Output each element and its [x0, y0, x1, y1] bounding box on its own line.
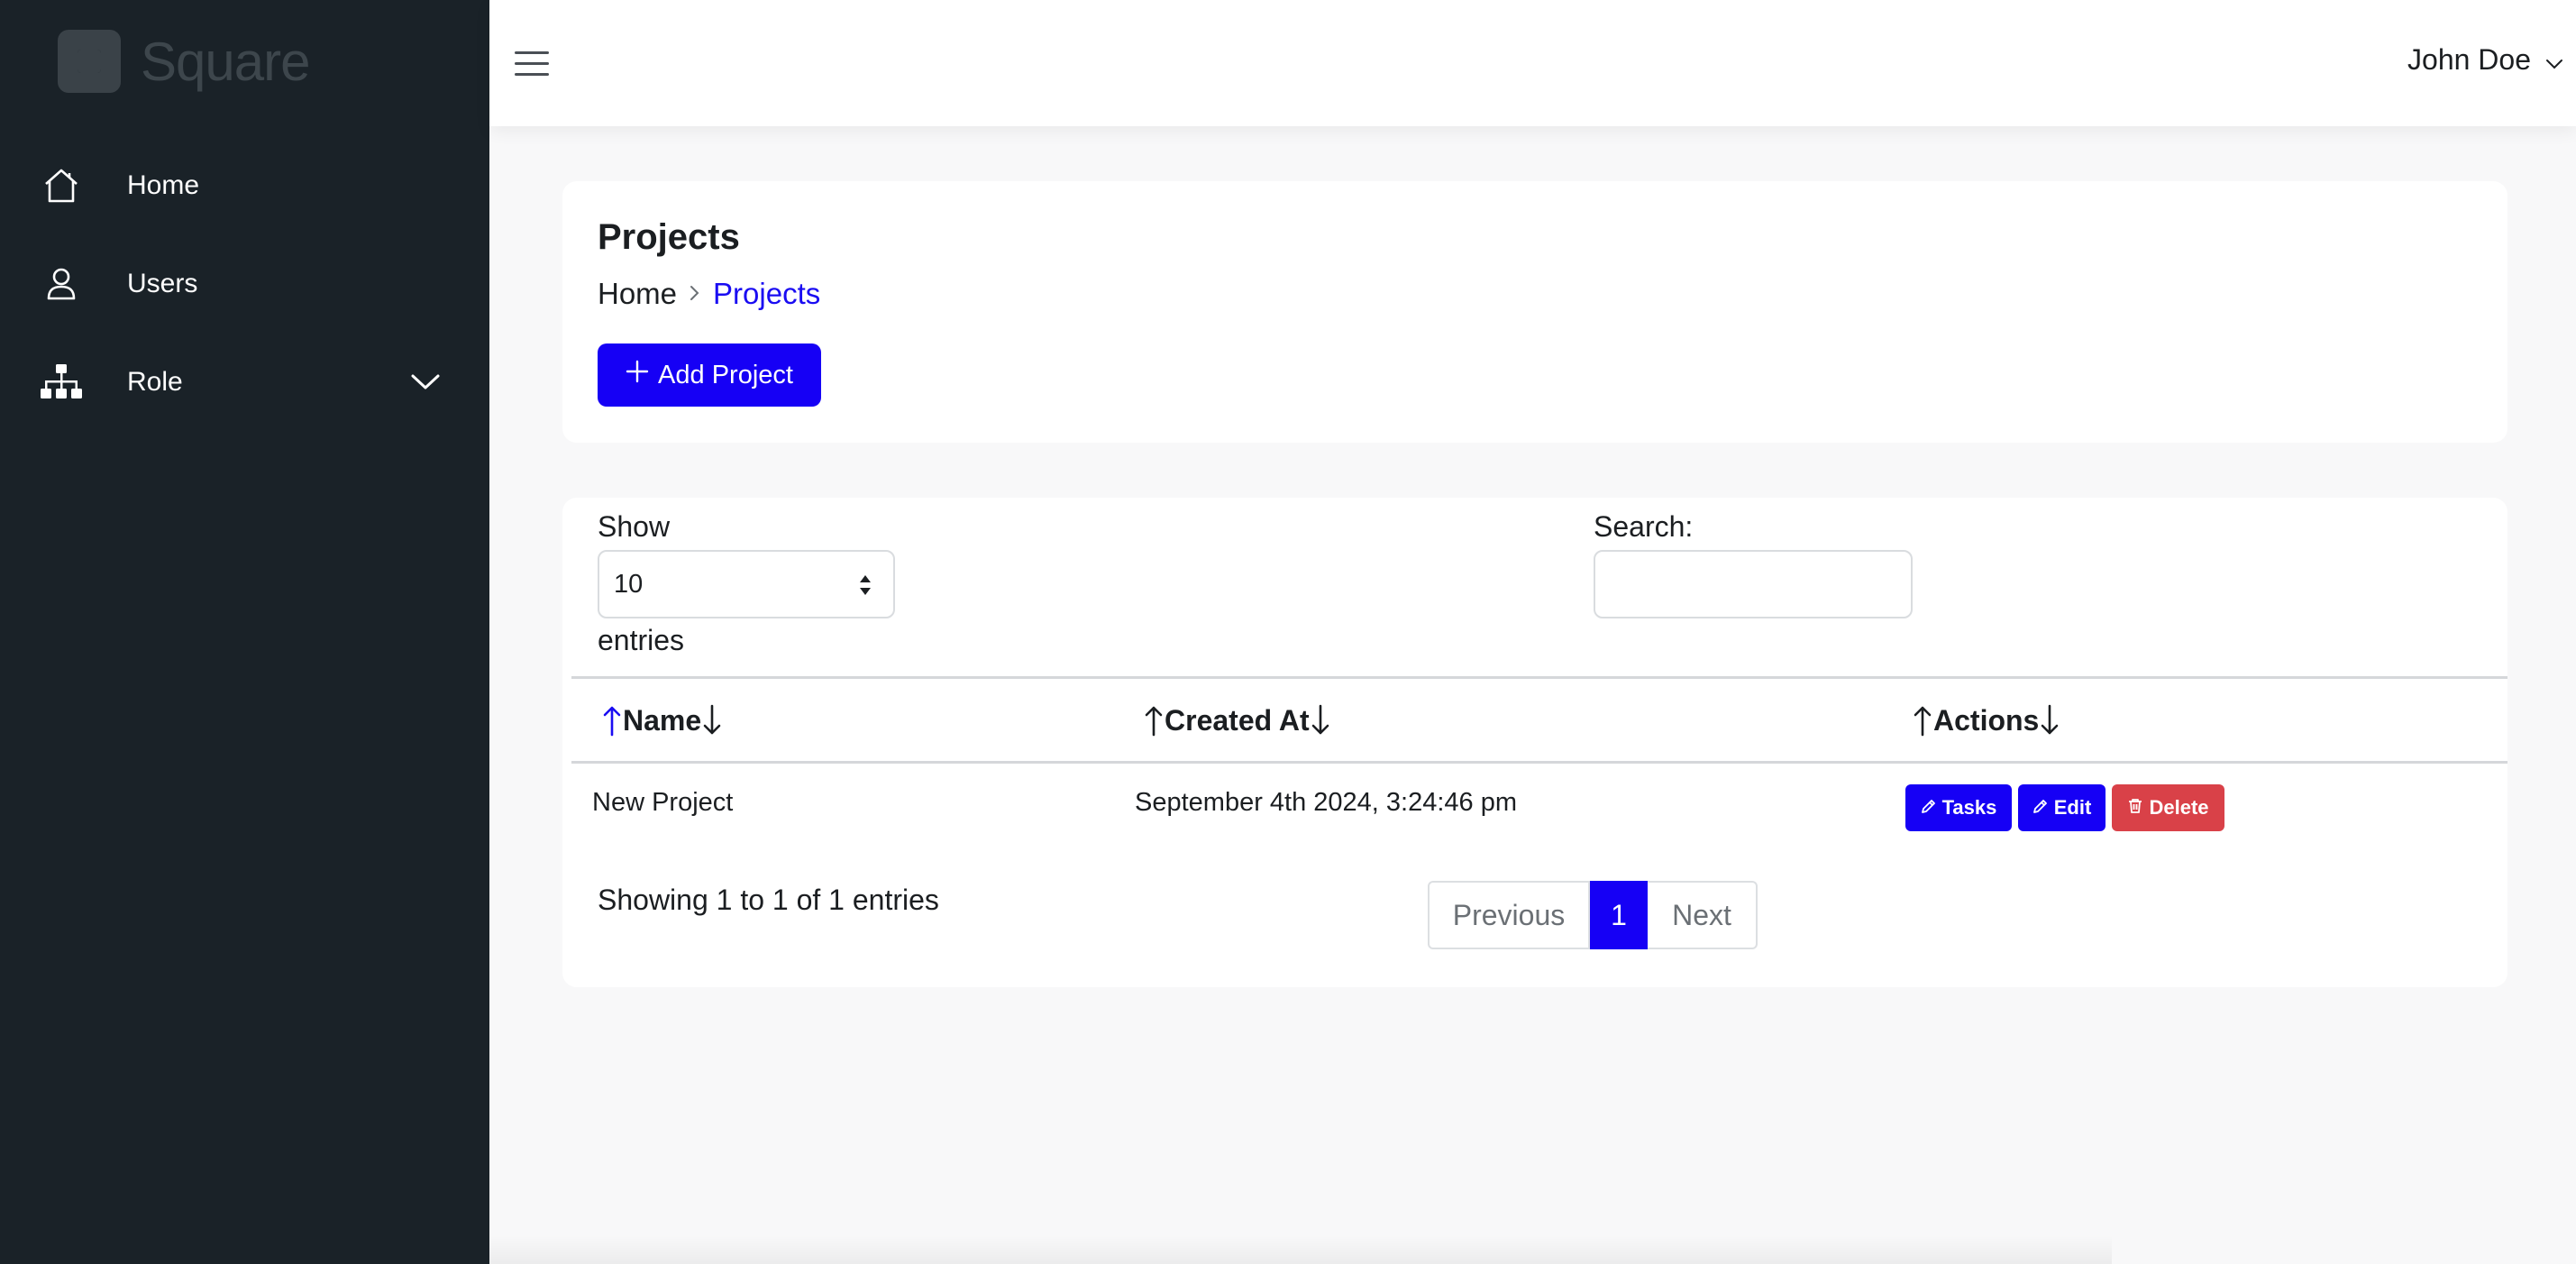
plus-icon — [626, 360, 649, 390]
table-header-bottom-border — [571, 761, 2507, 764]
page-title: Projects — [598, 217, 740, 257]
topbar: John Doe — [489, 0, 2576, 126]
table-info: Showing 1 to 1 of 1 entries — [598, 884, 939, 916]
pagination: Previous 1 Next — [1428, 881, 1758, 949]
page-length-value: 10 — [614, 569, 644, 599]
delete-label: Delete — [2149, 796, 2209, 819]
sidebar-item-label: Users — [127, 269, 198, 298]
tasks-button[interactable]: Tasks — [1905, 784, 2012, 831]
square-logo-icon — [58, 30, 121, 93]
search-label: Search: — [1594, 510, 1694, 543]
cell-created-at: September 4th 2024, 3:24:46 pm — [1135, 788, 1518, 817]
chevron-down-icon — [2545, 43, 2563, 77]
sort-asc-icon — [1143, 704, 1165, 737]
sort-desc-icon — [1310, 704, 1331, 737]
sidebar-item-role[interactable]: Role — [0, 346, 489, 418]
user-icon — [40, 262, 83, 306]
menu-toggle-icon[interactable] — [511, 43, 551, 83]
delete-button[interactable]: Delete — [2112, 784, 2224, 831]
edit-button[interactable]: Edit — [2018, 784, 2106, 831]
add-project-button[interactable]: Add Project — [598, 343, 821, 407]
brand[interactable]: Square — [58, 29, 310, 94]
trash-icon — [2127, 796, 2143, 820]
breadcrumb-current: Projects — [713, 277, 821, 310]
sort-desc-icon — [701, 704, 723, 737]
breadcrumb: Home Projects — [598, 277, 820, 311]
home-icon — [40, 164, 83, 207]
sidebar-item-label: Role — [127, 367, 183, 397]
footer-shadow — [489, 1235, 2112, 1264]
column-header-label: Name — [623, 703, 702, 737]
chevron-down-icon[interactable] — [407, 364, 443, 400]
page-length-select[interactable]: 10 — [598, 550, 895, 618]
user-name: John Doe — [2407, 42, 2531, 76]
pencil-icon — [2032, 796, 2049, 820]
sidebar-item-label: Home — [127, 170, 200, 200]
column-header-label: Actions — [1933, 703, 2040, 737]
user-menu[interactable]: John Doe — [2407, 40, 2563, 79]
pagination-next[interactable]: Next — [1648, 881, 1758, 949]
pencil-icon — [1921, 796, 1937, 820]
edit-label: Edit — [2053, 796, 2092, 819]
brand-name: Square — [141, 31, 310, 92]
column-header-created-at[interactable]: Created At — [1143, 698, 1331, 743]
pagination-previous[interactable]: Previous — [1428, 881, 1590, 949]
projects-table-card: Show 10 entries Search: Name Created At … — [562, 498, 2507, 987]
search-input[interactable] — [1594, 550, 1913, 618]
pagination-page-current[interactable]: 1 — [1590, 881, 1648, 949]
sidebar: Square Home Users Role — [0, 0, 489, 1264]
select-arrows-icon — [859, 573, 872, 597]
chevron-right-icon — [690, 280, 700, 308]
entries-label: entries — [598, 624, 685, 656]
show-label: Show — [598, 510, 671, 543]
column-header-label: Created At — [1165, 703, 1310, 737]
sort-desc-icon — [2039, 704, 2060, 737]
sort-asc-icon — [601, 704, 623, 737]
breadcrumb-home-link[interactable]: Home — [598, 277, 677, 311]
column-header-name[interactable]: Name — [601, 698, 723, 743]
sidebar-item-users[interactable]: Users — [0, 248, 489, 320]
sitemap-icon — [40, 361, 83, 404]
cell-name: New Project — [592, 788, 734, 817]
tasks-label: Tasks — [1941, 796, 1997, 819]
table-header-top-border — [571, 676, 2507, 679]
add-project-label: Add Project — [658, 360, 793, 389]
sidebar-item-home[interactable]: Home — [0, 150, 489, 222]
page-header-card: Projects Home Projects Add Project — [562, 181, 2507, 443]
column-header-actions[interactable]: Actions — [1912, 698, 2060, 743]
sort-asc-icon — [1912, 704, 1933, 737]
